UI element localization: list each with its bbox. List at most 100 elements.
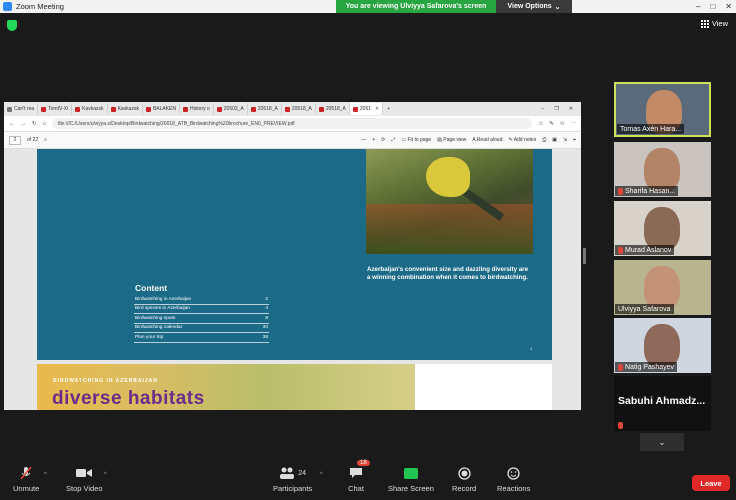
zoom-out-button[interactable]: — <box>361 137 366 143</box>
pdf-icon <box>75 106 81 112</box>
url-field[interactable]: file:///C:/Users/ulviyya.s/Desktop/Birdw… <box>51 118 533 129</box>
browser-tab[interactable]: Kavkazsk <box>72 103 108 115</box>
refresh-icon[interactable]: ↻ <box>32 121 37 127</box>
stop-video-button[interactable]: Stop Video <box>66 466 103 493</box>
participants-count: 24 <box>298 469 306 477</box>
page-view-button[interactable]: ▤ Page view <box>437 137 466 143</box>
save-as-icon[interactable]: ⇲ <box>563 137 567 143</box>
participant-name: Sharifa Hasan... <box>615 186 679 196</box>
participant-tile[interactable]: Sharifa Hasan... <box>614 142 711 197</box>
close-button[interactable]: ✕ <box>725 2 732 11</box>
browser-tab[interactable]: Kavkazsk <box>108 103 143 115</box>
browser-tab[interactable]: 20518_A <box>316 103 350 115</box>
zoom-window: Zoom Meeting – □ ✕ You are viewing Ulviy… <box>0 0 736 500</box>
read-aloud-button[interactable]: A Read aloud <box>472 137 502 143</box>
rotate-icon[interactable]: ⟳ <box>381 137 385 143</box>
page-number-input[interactable]: 2 <box>9 135 21 145</box>
participant-tile[interactable]: Murad Aslanov <box>614 201 711 256</box>
participants-caret-icon[interactable]: ^ <box>320 472 323 478</box>
share-screen-button[interactable]: Share Screen <box>388 466 434 493</box>
favorites-icon[interactable]: ✩ <box>560 121 565 127</box>
video-camera-icon <box>75 466 93 480</box>
zoom-in-button[interactable]: + <box>372 137 375 143</box>
restore-button[interactable]: ❐ <box>554 106 558 112</box>
splitter-handle[interactable] <box>583 248 586 264</box>
pdf-icon <box>318 106 324 112</box>
audio-options-caret-icon[interactable]: ^ <box>44 472 47 478</box>
participant-name: Natig Pashayev <box>615 362 678 372</box>
toc-page: 8 <box>265 315 268 321</box>
browser-tab[interactable]: BALAKEN <box>143 103 181 115</box>
pen-icon[interactable]: ✎ <box>549 121 554 127</box>
chat-button[interactable]: 18 Chat <box>347 460 370 493</box>
page-total: of 22 <box>27 137 39 143</box>
fullscreen-icon[interactable]: ⤢ <box>391 137 395 143</box>
shared-screen: Can't rea TomIV-Xi Kavkazsk Kavkazsk BAL… <box>4 102 581 410</box>
browser-tab[interactable]: 20518_A <box>282 103 316 115</box>
search-icon[interactable]: ⌕ <box>44 137 47 143</box>
close-tab-icon[interactable]: ✕ <box>375 106 379 112</box>
browser-tab[interactable]: 20518_A <box>248 103 282 115</box>
pdf-page: Azerbaijan's convenient size and dazzlin… <box>37 149 552 360</box>
print-icon[interactable]: ⎙ <box>542 137 546 143</box>
tab-label: 20518_A <box>257 106 278 112</box>
reactions-button[interactable]: Reactions <box>497 466 530 493</box>
toc-label: Birdwatching in Azerbaijan <box>135 296 192 302</box>
save-icon[interactable]: ▣ <box>552 137 557 143</box>
tab-label: BALAKEN <box>152 106 177 112</box>
view-options-button[interactable]: View Options ⌄ <box>496 0 572 13</box>
tab-label: 20503_A <box>223 106 244 112</box>
leave-button[interactable]: Leave <box>692 475 730 491</box>
unmute-button[interactable]: Unmute <box>13 466 39 493</box>
zoom-logo-icon <box>3 2 12 11</box>
back-icon[interactable]: ← <box>9 121 15 127</box>
fit-to-page-label: Fit to page <box>407 137 432 143</box>
close-button[interactable]: ✕ <box>569 106 573 112</box>
toc-row: Birdwatching in Azerbaijan 2 <box>134 295 269 305</box>
pdf-viewer[interactable]: Azerbaijan's convenient size and dazzlin… <box>4 149 581 410</box>
new-tab-button[interactable]: + <box>383 106 394 112</box>
record-button[interactable]: Record <box>452 466 476 493</box>
browser-tab[interactable]: 20503_A <box>214 103 248 115</box>
table-of-contents: Birdwatching in Azerbaijan 2 Bird species… <box>134 295 269 343</box>
fit-to-page-button[interactable]: ▭ Fit to page <box>401 137 431 143</box>
home-icon[interactable]: ⌂ <box>43 121 46 127</box>
browser-tab-active[interactable]: 2051 ✕ <box>349 103 384 115</box>
participant-tile[interactable]: Sabuhi Ahmadz... <box>614 376 711 431</box>
forward-icon[interactable]: → <box>21 121 27 127</box>
viewing-banner: You are viewing Ulviyya Safarova's scree… <box>336 0 572 13</box>
participants-button[interactable]: 24 Participants <box>273 466 312 493</box>
participant-tile[interactable]: Tomas Axén Hara... <box>614 82 711 137</box>
favorite-star-icon[interactable]: ☆ <box>538 121 543 127</box>
browser-tab[interactable]: TomIV-Xi <box>38 103 73 115</box>
participant-tile[interactable]: Natig Pashayev <box>614 318 711 373</box>
browser-tab[interactable]: History o <box>180 103 214 115</box>
browser-tab[interactable]: Can't rea <box>4 103 39 115</box>
pdf-icon <box>110 106 116 112</box>
pdf-icon <box>284 106 290 112</box>
share-screen-label: Share Screen <box>388 484 434 493</box>
bird-photo <box>366 149 533 254</box>
meeting-toolbar: Unmute ^ Stop Video ^ 24 Participants ^ … <box>0 460 736 500</box>
pdf-icon <box>216 106 222 112</box>
participant-tile[interactable]: Ulviyya Safarova <box>614 260 711 315</box>
view-layout-button[interactable]: View <box>700 19 728 28</box>
view-label: View <box>711 19 728 28</box>
minimize-button[interactable]: – <box>542 106 545 112</box>
tab-label: History o <box>190 106 210 112</box>
add-notes-button[interactable]: ✎ Add notes <box>508 137 536 143</box>
maximize-button[interactable]: □ <box>710 2 715 11</box>
minimize-button[interactable]: – <box>696 2 700 11</box>
gallery-scroll-down-button[interactable]: ⌄ <box>640 433 684 451</box>
encryption-shield-icon[interactable] <box>7 20 17 31</box>
page-heading: diverse habitats <box>52 388 205 409</box>
participant-status <box>615 420 626 430</box>
video-options-caret-icon[interactable]: ^ <box>104 472 107 478</box>
tab-label: Kavkazsk <box>82 106 104 112</box>
content-heading: Content <box>135 283 168 293</box>
unmute-label: Unmute <box>13 484 40 493</box>
pin-icon[interactable]: ⌖ <box>573 137 576 143</box>
pdf-icon <box>145 106 151 112</box>
browser-tab-bar: Can't rea TomIV-Xi Kavkazsk Kavkazsk BAL… <box>4 102 581 116</box>
more-icon[interactable]: ⋯ <box>571 121 577 127</box>
